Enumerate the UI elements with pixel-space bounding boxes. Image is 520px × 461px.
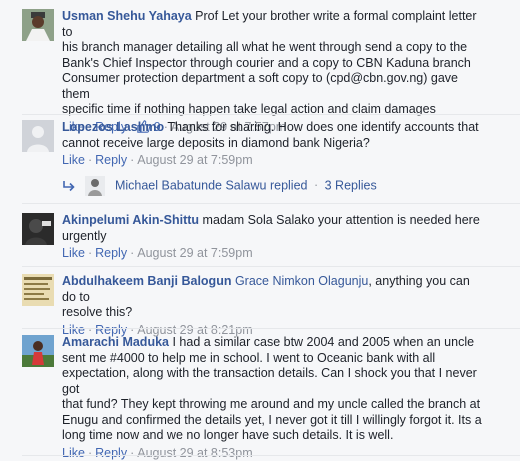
reply-button[interactable]: Reply [95, 153, 127, 167]
like-button[interactable]: Like [62, 153, 85, 167]
comment-body: Akinpelumi Akin-Shittu madam Sola Salako… [62, 213, 482, 262]
comment-body: Usman Shehu Yahaya Prof Let your brother… [62, 9, 482, 135]
reply-button[interactable]: Reply [95, 446, 127, 460]
comment-body: Lopezos Lashmo Thanks for sharing. How d… [62, 120, 482, 169]
comment-actions: Like·Reply·August 29 at 7:59pm [62, 153, 482, 169]
timestamp[interactable]: August 29 at 7:59pm [137, 153, 252, 167]
reply-arrow-icon [62, 180, 76, 192]
divider [22, 114, 520, 115]
replier-name[interactable]: Michael Babatunde Salawu [115, 178, 267, 192]
replied-label: replied [270, 178, 308, 192]
replies-summary[interactable]: Michael Babatunde Salawu replied · 3 Rep… [62, 176, 377, 196]
avatar[interactable] [22, 213, 54, 245]
avatar-image [22, 213, 54, 245]
default-avatar-icon [22, 120, 54, 152]
like-button[interactable]: Like [62, 446, 85, 460]
comment-author[interactable]: Akinpelumi Akin-Shittu [62, 213, 199, 227]
comment-text: Lopezos Lashmo Thanks for sharing. How d… [62, 120, 482, 151]
avatar-image [22, 9, 54, 41]
divider [22, 328, 520, 329]
avatar[interactable] [22, 9, 54, 41]
comment-body: Amarachi Maduka I had a similar case btw… [62, 335, 482, 461]
comment-text: Akinpelumi Akin-Shittu madam Sola Salako… [62, 213, 482, 244]
like-button[interactable]: Like [62, 246, 85, 260]
timestamp[interactable]: August 29 at 7:59pm [137, 246, 252, 260]
comment-author[interactable]: Usman Shehu Yahaya [62, 9, 192, 23]
comment-author[interactable]: Lopezos Lashmo [62, 120, 164, 134]
comment-actions: Like·Reply·August 29 at 8:53pm [62, 446, 482, 461]
comment-author[interactable]: Amarachi Maduka [62, 335, 169, 349]
avatar-image [22, 335, 54, 367]
comment-text: Amarachi Maduka I had a similar case btw… [62, 335, 482, 444]
comment-text: Abdulhakeem Banji Balogun Grace Nimkon O… [62, 274, 482, 321]
reply-avatar [85, 176, 105, 196]
timestamp[interactable]: August 29 at 8:53pm [137, 446, 252, 460]
reply-count[interactable]: 3 Replies [325, 178, 377, 192]
avatar[interactable] [22, 120, 54, 152]
comment-text: Usman Shehu Yahaya Prof Let your brother… [62, 9, 482, 118]
mention-link[interactable]: Grace Nimkon Olagunju [235, 274, 368, 288]
avatar-image [22, 274, 54, 306]
avatar[interactable] [22, 274, 54, 306]
comment-actions: Like·Reply·August 29 at 7:59pm [62, 246, 482, 262]
reply-avatar-image [85, 176, 105, 196]
divider [22, 203, 520, 204]
comment-author[interactable]: Abdulhakeem Banji Balogun [62, 274, 231, 288]
divider [22, 266, 520, 267]
avatar[interactable] [22, 335, 54, 367]
reply-button[interactable]: Reply [95, 246, 127, 260]
divider [22, 455, 520, 456]
